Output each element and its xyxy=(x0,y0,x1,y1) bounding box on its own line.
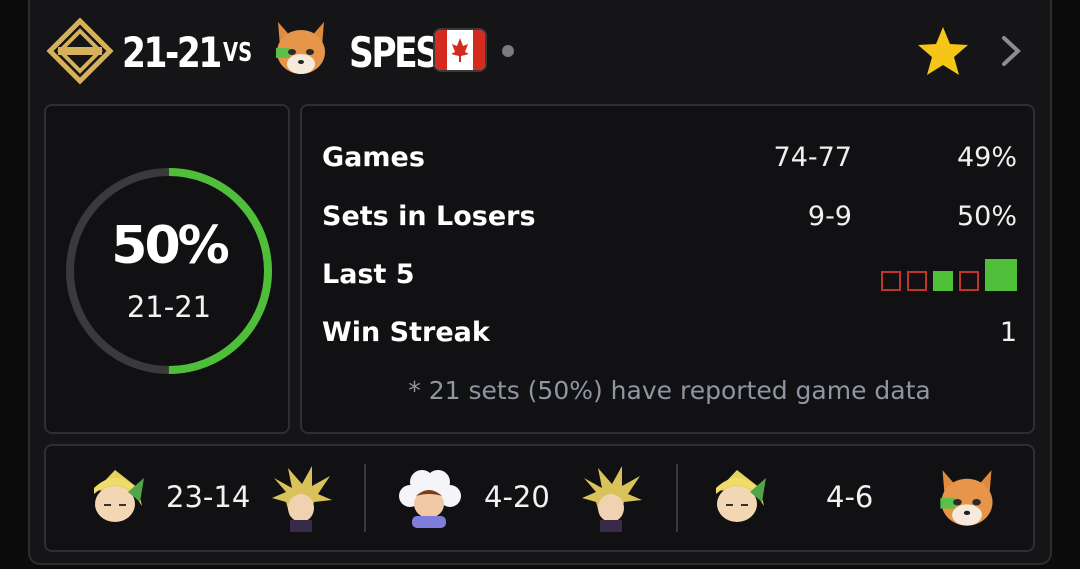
games-percent: 49% xyxy=(956,142,1017,173)
last5-row: Last 5 xyxy=(322,259,1017,299)
result-loss xyxy=(907,271,927,291)
result-win xyxy=(985,259,1017,291)
matchup-record: 4-6 xyxy=(826,480,874,514)
footnote: * 21 sets (50%) have reported game data xyxy=(408,376,931,405)
cloud-icon xyxy=(272,466,332,532)
matchup-item[interactable]: 4-6 xyxy=(678,446,1033,550)
toon-link-icon xyxy=(716,470,766,522)
result-loss xyxy=(959,271,979,291)
player2-name[interactable]: SPES xyxy=(349,28,440,77)
result-win xyxy=(933,271,953,291)
streak-row: Win Streak 1 xyxy=(322,317,1017,357)
streak-label: Win Streak xyxy=(322,317,490,348)
matchup-record: 4-20 xyxy=(484,480,550,514)
matchup-item[interactable]: 4-20 xyxy=(366,446,676,550)
toon-link-icon xyxy=(94,470,144,522)
stats-panel: Games 74-77 49% Sets in Losers 9-9 50% L… xyxy=(300,104,1035,434)
matchup-header[interactable]: 21-21 VS SPES xyxy=(44,14,1034,90)
matchup-item[interactable]: 23-14 xyxy=(46,446,364,550)
status-dot xyxy=(502,45,514,57)
team-diamond-logo-icon xyxy=(46,17,114,85)
games-row: Games 74-77 49% xyxy=(322,142,1017,182)
last5-results xyxy=(881,259,1017,291)
canada-flag-icon xyxy=(433,28,487,72)
cloud-icon xyxy=(582,466,642,532)
set-win-rate-panel: 50% 21-21 xyxy=(44,104,290,434)
losers-record: 9-9 xyxy=(807,201,852,232)
fox-icon xyxy=(276,22,325,74)
games-label: Games xyxy=(322,142,425,173)
fox-icon xyxy=(940,470,993,526)
losers-row: Sets in Losers 9-9 50% xyxy=(322,201,1017,241)
games-record: 74-77 xyxy=(773,142,852,173)
losers-percent: 50% xyxy=(956,201,1017,232)
set-record: 21-21 xyxy=(126,290,212,324)
character-matchups: 23-14 4-20 4-6 xyxy=(44,444,1035,552)
player1-name[interactable]: 21-21 xyxy=(122,28,222,77)
losers-label: Sets in Losers xyxy=(322,201,536,232)
chevron-right-icon[interactable] xyxy=(996,34,1026,68)
vs-label: VS xyxy=(223,38,253,68)
matchup-record: 23-14 xyxy=(166,480,251,514)
result-loss xyxy=(881,271,901,291)
last5-label: Last 5 xyxy=(322,259,415,290)
star-icon[interactable] xyxy=(915,24,971,80)
streak-value: 1 xyxy=(999,317,1017,348)
set-win-percent: 50% xyxy=(111,216,229,276)
ice-climbers-icon xyxy=(399,470,461,528)
